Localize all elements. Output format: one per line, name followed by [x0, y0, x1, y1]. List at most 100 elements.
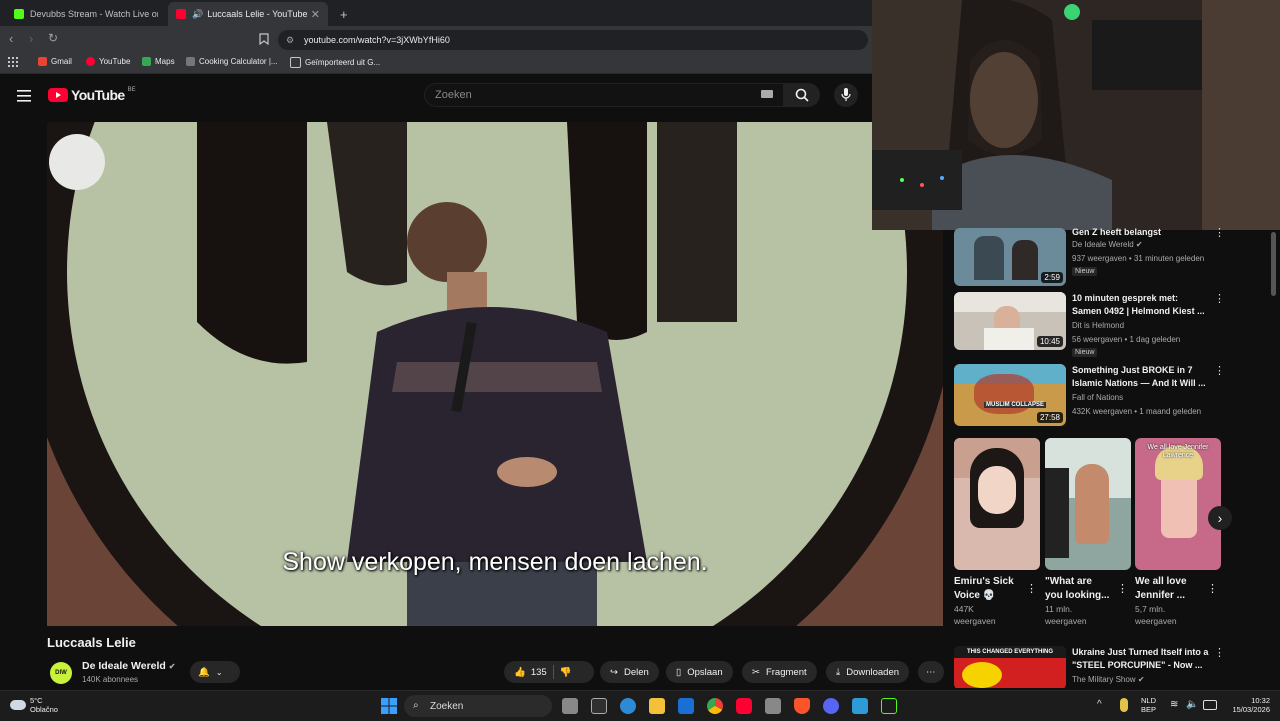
- download-button[interactable]: ⤓ Downloaden: [826, 661, 910, 683]
- chrome-icon[interactable]: [707, 698, 723, 714]
- edge-icon[interactable]: [620, 698, 636, 714]
- short-item[interactable]: Emiru's Sick Voice 💀 447K weergaven ⋮: [954, 438, 1040, 627]
- channel-avatar[interactable]: DIW: [50, 662, 72, 684]
- app-icon[interactable]: [852, 698, 868, 714]
- recommendation-title: Gen Z heeft belangst: [1072, 227, 1162, 237]
- video-thumbnail[interactable]: THIS CHANGED EVERYTHING: [954, 646, 1066, 688]
- recommendation-item[interactable]: THIS CHANGED EVERYTHING Ukraine Just Tur…: [954, 646, 1274, 688]
- video-player[interactable]: Show verkopen, mensen doen lachen.: [47, 122, 943, 626]
- youtube-app-icon[interactable]: [736, 698, 752, 714]
- dislike-button[interactable]: 👎: [560, 667, 572, 678]
- video-subtitle: Show verkopen, mensen doen lachen.: [282, 548, 708, 576]
- video-thumbnail[interactable]: 2:59: [954, 228, 1066, 286]
- verified-icon: ✔: [1137, 675, 1145, 684]
- apps-grid-icon[interactable]: [8, 57, 18, 67]
- search-icon: ⌕: [413, 700, 419, 711]
- weather-widget[interactable]: 5°C Oblačno: [10, 696, 58, 714]
- brave-icon[interactable]: [794, 698, 810, 714]
- cloud-icon: [10, 700, 26, 710]
- wifi-icon[interactable]: ≋: [1170, 699, 1178, 710]
- youtube-favicon-icon: [176, 9, 186, 19]
- windows-start-icon[interactable]: [381, 698, 397, 714]
- short-thumbnail[interactable]: [954, 438, 1040, 570]
- more-vertical-icon[interactable]: ⋮: [1207, 582, 1218, 595]
- obs-icon[interactable]: [881, 698, 897, 714]
- speaker-icon: 🔊: [192, 8, 204, 19]
- discord-icon[interactable]: [823, 698, 839, 714]
- short-title: Emiru's Sick Voice 💀: [954, 576, 1014, 601]
- file-explorer-icon[interactable]: [649, 698, 665, 714]
- recommendation-channel[interactable]: The Military Show ✔: [1072, 675, 1145, 684]
- taskbar-search-input[interactable]: ⌕ Zoeken: [404, 695, 552, 717]
- bookmark-icon[interactable]: [259, 33, 269, 45]
- short-thumbnail[interactable]: We all love Jennifer Lawrence: [1135, 438, 1221, 570]
- keyboard-icon[interactable]: [761, 90, 773, 98]
- bookmark-gmail[interactable]: Gmail: [38, 57, 72, 66]
- share-button[interactable]: ↪ Delen: [600, 661, 659, 683]
- like-dislike-group: 👍 135 👎: [504, 661, 594, 683]
- calculator-icon[interactable]: [765, 698, 781, 714]
- recommendation-meta: 937 weergaven • 31 minuten geleden: [1072, 254, 1205, 263]
- bookmark-maps[interactable]: Maps: [142, 57, 175, 66]
- channel-name[interactable]: De Ideale Wereld ✔: [82, 660, 175, 672]
- site-info-icon[interactable]: ⚙: [286, 35, 294, 46]
- short-item[interactable]: We all love Jennifer Lawrence We all lov…: [1135, 438, 1221, 627]
- more-vertical-icon[interactable]: ⋮: [1214, 646, 1225, 659]
- youtube-logo[interactable]: YouTube BE: [48, 87, 136, 103]
- battery-icon[interactable]: [1203, 700, 1217, 710]
- thumbnail-text: MUSLIM COLLAPSE: [984, 402, 1046, 408]
- forward-icon[interactable]: ›: [29, 31, 33, 46]
- kick-favicon-icon: [14, 9, 24, 19]
- recommendation-item[interactable]: 2:59 Gen Z heeft belangst De Ideale Were…: [954, 227, 1274, 290]
- recommendation-item[interactable]: 10:45 10 minuten gesprek met: Samen 0492…: [954, 292, 1274, 357]
- subscribe-notification-button[interactable]: 🔔 ⌄: [190, 661, 240, 683]
- more-vertical-icon[interactable]: ⋮: [1214, 226, 1225, 239]
- sidebar-scrollbar[interactable]: [1271, 232, 1276, 296]
- tab-kick-stream[interactable]: Devubbs Stream - Watch Live on: [6, 2, 166, 26]
- recommendation-channel[interactable]: Dit is Helmond: [1072, 321, 1124, 330]
- url-input[interactable]: ⚙ youtube.com/watch?v=3jXWbYfHi60: [278, 30, 868, 50]
- search-button[interactable]: [784, 83, 820, 107]
- more-actions-button[interactable]: ⋯: [918, 661, 944, 683]
- search-input[interactable]: Zoeken: [424, 83, 784, 107]
- close-tab-icon[interactable]: ✕: [311, 8, 320, 21]
- chevron-up-icon[interactable]: ^: [1097, 699, 1102, 710]
- mail-icon[interactable]: [678, 698, 694, 714]
- back-icon[interactable]: ‹: [9, 31, 13, 46]
- task-view-icon[interactable]: [562, 698, 578, 714]
- video-thumbnail[interactable]: MUSLIM COLLAPSE 27:58: [954, 364, 1066, 426]
- input-language[interactable]: NLD BEP: [1141, 696, 1156, 714]
- like-button[interactable]: 👍 135: [514, 667, 547, 678]
- tab-title: Luccaals Lelie - YouTube: [207, 9, 308, 19]
- bookmark-cooking-calculator[interactable]: Cooking Calculator |...: [186, 57, 278, 66]
- save-button[interactable]: ▯ Opslaan: [666, 661, 733, 683]
- tab-youtube-video[interactable]: 🔊 Luccaals Lelie - YouTube ✕: [168, 2, 328, 26]
- microphone-icon[interactable]: [1120, 698, 1128, 712]
- bookmarks-bar: Gmail YouTube Maps Cooking Calculator |.…: [0, 53, 872, 74]
- clock[interactable]: 10:32 15/03/2026: [1226, 696, 1270, 714]
- shorts-next-button[interactable]: ›: [1208, 506, 1232, 530]
- bookmark-imported-folder[interactable]: Geïmporteerd uit G...: [290, 57, 380, 68]
- volume-icon[interactable]: 🔈: [1186, 699, 1198, 710]
- more-vertical-icon[interactable]: ⋮: [1214, 292, 1225, 305]
- reload-icon[interactable]: ↻: [48, 31, 58, 45]
- new-tab-button[interactable]: +: [332, 2, 352, 26]
- more-vertical-icon[interactable]: ⋮: [1117, 582, 1128, 595]
- recommendation-channel[interactable]: Fall of Nations: [1072, 393, 1123, 402]
- recommendation-title: Ukraine Just Turned Itself into a "STEEL…: [1072, 647, 1209, 670]
- menu-icon[interactable]: [17, 90, 31, 102]
- more-vertical-icon[interactable]: ⋮: [1214, 364, 1225, 377]
- recommendation-channel[interactable]: De Ideale Wereld ✔: [1072, 240, 1143, 249]
- webcam-feed: [872, 0, 1280, 230]
- clip-button[interactable]: ✂ Fragment: [742, 661, 817, 683]
- search-icon: [795, 88, 809, 102]
- video-thumbnail[interactable]: 10:45: [954, 292, 1066, 350]
- recommendation-item[interactable]: MUSLIM COLLAPSE 27:58 Something Just BRO…: [954, 364, 1274, 428]
- short-thumbnail[interactable]: [1045, 438, 1131, 570]
- microphone-icon: [841, 88, 851, 101]
- store-icon[interactable]: [591, 698, 607, 714]
- short-item[interactable]: "What are you looking... 11 mln. weergaven…: [1045, 438, 1131, 627]
- voice-search-button[interactable]: [834, 83, 858, 107]
- bookmark-youtube[interactable]: YouTube: [86, 57, 130, 66]
- more-vertical-icon[interactable]: ⋮: [1026, 582, 1037, 595]
